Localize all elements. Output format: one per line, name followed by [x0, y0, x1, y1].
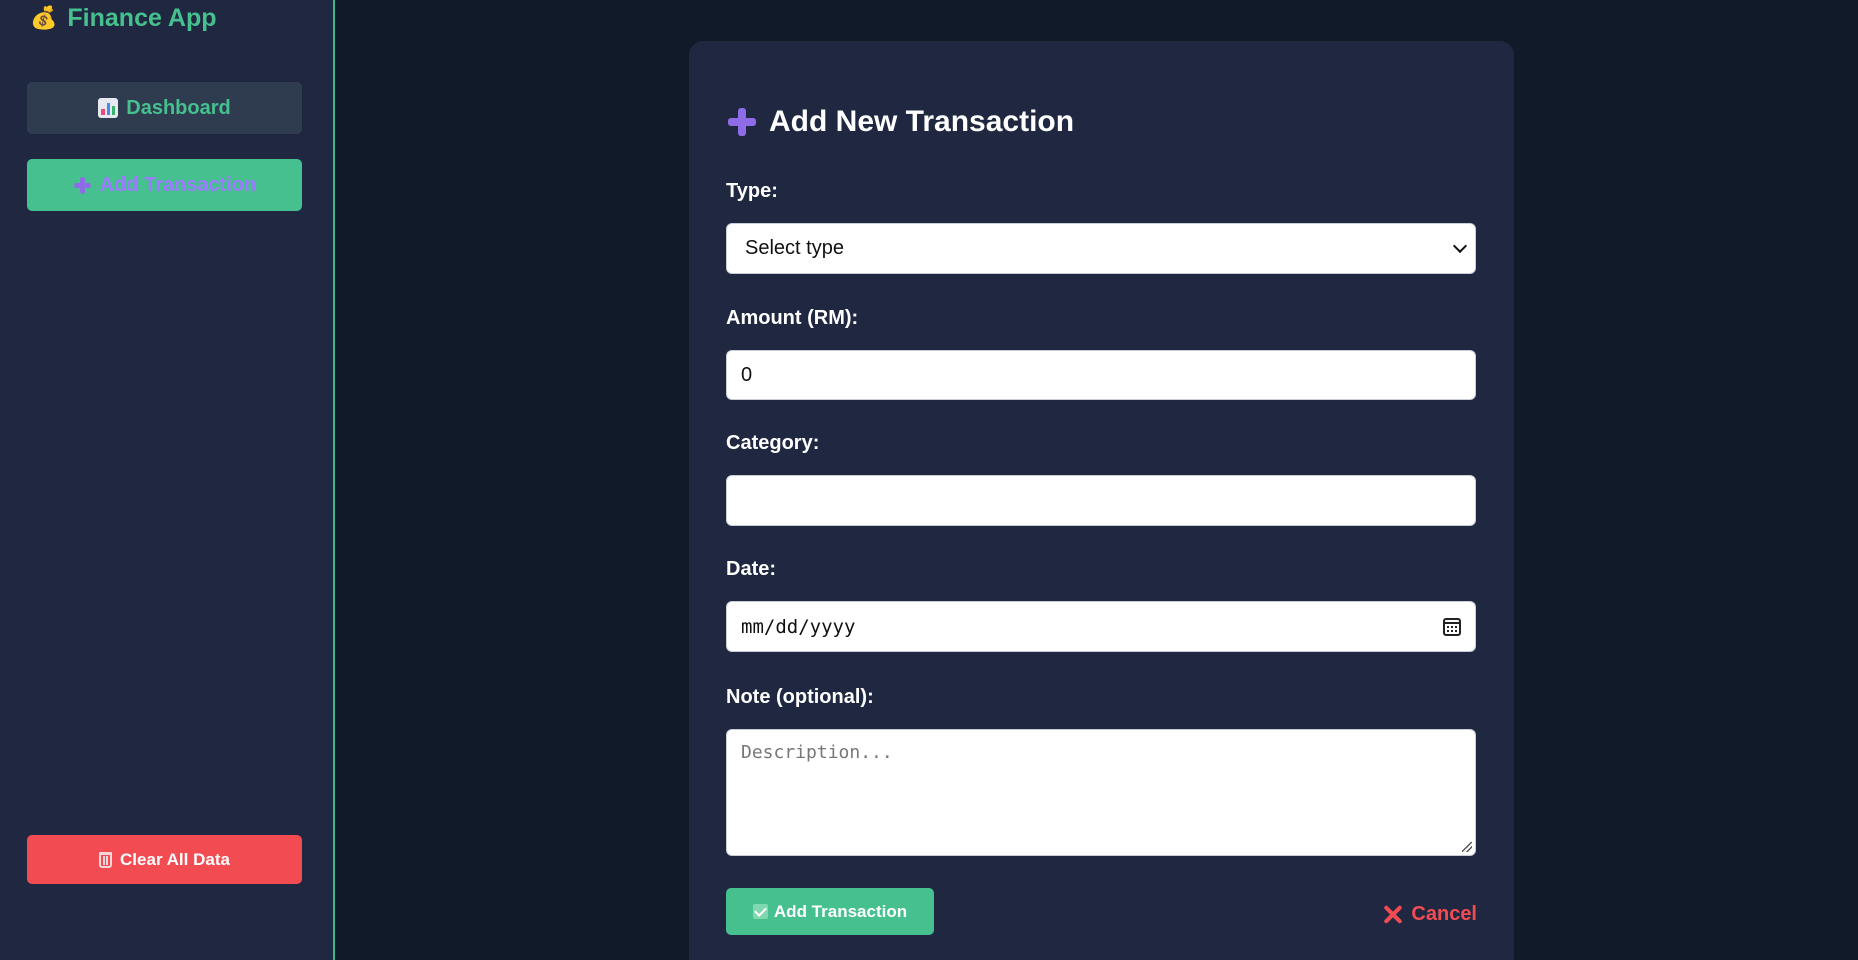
chevron-down-icon [1452, 238, 1468, 254]
amount-input[interactable]: 0 [726, 350, 1476, 400]
money-bag-icon: 💰 [30, 5, 58, 30]
type-select[interactable]: Select type [726, 223, 1476, 274]
note-textarea[interactable]: Description... [726, 729, 1476, 856]
check-icon [752, 904, 768, 919]
close-icon [1383, 904, 1403, 924]
nav-dashboard-label: Dashboard [126, 96, 231, 119]
add-transaction-submit-button[interactable]: Add Transaction [726, 888, 934, 935]
plus-icon [727, 107, 757, 137]
clear-all-data-label: Clear All Data [120, 849, 230, 869]
bar-chart-icon [98, 98, 119, 118]
note-placeholder: Description... [741, 742, 893, 763]
date-input[interactable]: mm/dd/yyyy [726, 601, 1476, 652]
nav-dashboard-button[interactable]: Dashboard [27, 82, 302, 134]
trash-icon [99, 851, 113, 868]
sidebar: 💰 Finance App Dashboard Add Transaction … [0, 0, 335, 960]
page-title-text: Add New Transaction [769, 105, 1075, 138]
resize-handle-icon[interactable] [1462, 842, 1472, 852]
category-input[interactable] [726, 475, 1476, 526]
nav-add-transaction-button[interactable]: Add Transaction [27, 159, 302, 211]
nav-add-transaction-label: Add Transaction [99, 173, 257, 196]
submit-label: Add Transaction [773, 901, 908, 921]
type-select-value: Select type [745, 237, 844, 259]
plus-icon [73, 176, 92, 195]
page-title: Add New Transaction [727, 105, 1074, 139]
type-label: Type: [726, 180, 778, 202]
category-label: Category: [726, 432, 820, 454]
calendar-icon[interactable] [1443, 617, 1461, 636]
cancel-label: Cancel [1411, 902, 1477, 925]
amount-label: Amount (RM): [726, 307, 859, 329]
date-input-placeholder: mm/dd/yyyy [741, 615, 856, 638]
clear-all-data-button[interactable]: Clear All Data [27, 835, 302, 884]
cancel-button[interactable]: Cancel [1383, 900, 1477, 928]
date-label: Date: [726, 558, 777, 580]
app-title: Finance App [67, 3, 217, 32]
note-label: Note (optional): [726, 686, 874, 708]
add-transaction-card: Add New Transaction Type: Select type Am… [689, 41, 1514, 960]
amount-input-value: 0 [741, 363, 753, 386]
app-brand: 💰 Finance App [30, 2, 217, 34]
